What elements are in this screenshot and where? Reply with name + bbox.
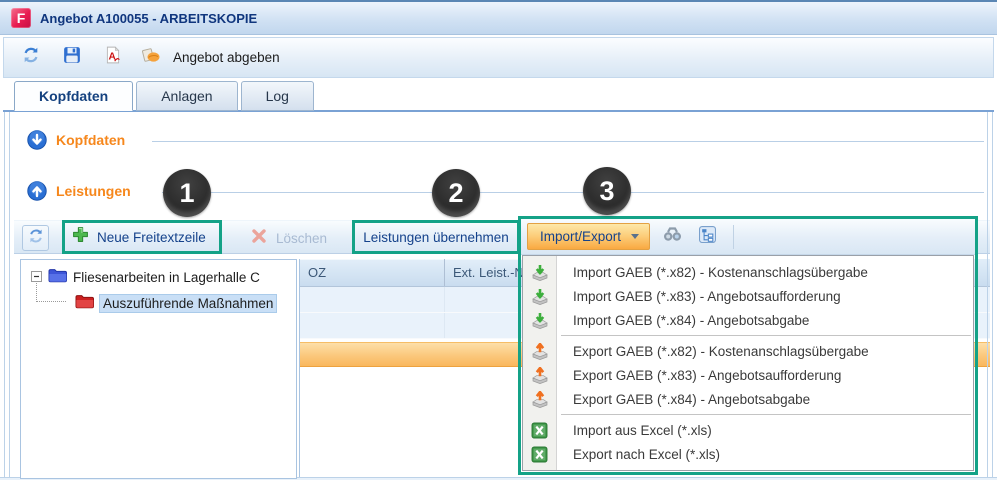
section-kopfdaten-line: [152, 141, 984, 142]
export-tray-icon: [531, 343, 549, 360]
frame-line: [4, 112, 5, 478]
plus-icon: [72, 226, 89, 248]
pdf-export-button[interactable]: A: [100, 45, 126, 71]
tree-view-button[interactable]: [694, 224, 720, 250]
import-tray-icon: [531, 264, 549, 281]
import-tray-icon: [531, 288, 549, 305]
submit-offer-label: Angebot abgeben: [173, 50, 280, 65]
chevron-down-icon: [631, 234, 639, 239]
delete-label: Löschen: [276, 231, 327, 246]
section-leistungen-label[interactable]: Leistungen: [56, 183, 131, 199]
takeover-button[interactable]: Leistungen übernehmen: [352, 220, 520, 254]
application-window: F Angebot A100055 - ARBEITSKOPIE A Angeb…: [0, 0, 997, 480]
takeover-label: Leistungen übernehmen: [363, 230, 509, 245]
section-leistungen-line: [162, 192, 984, 193]
tab-kopfdaten[interactable]: Kopfdaten: [14, 81, 133, 111]
delete-x-icon: [251, 228, 267, 249]
pdf-icon: A: [104, 46, 122, 69]
expand-section-icon[interactable]: [27, 181, 47, 201]
menu-separator: [561, 335, 971, 336]
save-button[interactable]: [59, 45, 85, 71]
export-tray-icon: [531, 391, 549, 408]
app-logo-icon: F: [11, 8, 31, 28]
import-export-button[interactable]: Import/Export: [527, 223, 650, 250]
import-export-label: Import/Export: [540, 229, 621, 244]
tab-anlagen[interactable]: Anlagen: [136, 81, 237, 111]
refresh-button[interactable]: [18, 45, 44, 71]
menu-separator: [561, 414, 971, 415]
frame-line: [9, 112, 10, 478]
tree-root-label[interactable]: Fliesenarbeiten in Lagerhalle C: [73, 270, 260, 285]
menu-item-import-x83[interactable]: Import GAEB (*.x83) - Angebotsaufforderu…: [523, 284, 973, 308]
tree-view-icon: [699, 226, 716, 248]
column-header-oz[interactable]: OZ: [300, 259, 445, 286]
refresh-list-button[interactable]: [22, 225, 49, 251]
search-button[interactable]: [659, 224, 685, 250]
folder-red-icon: [75, 294, 94, 312]
tabstrip: Kopfdaten Anlagen Log: [14, 81, 314, 112]
refresh-icon: [28, 228, 44, 249]
window-title: Angebot A100055 - ARBEITSKOPIE: [40, 11, 257, 26]
delete-button[interactable]: Löschen: [251, 221, 327, 255]
export-tray-icon: [531, 367, 549, 384]
save-icon: [63, 46, 81, 69]
section-kopfdaten-label[interactable]: Kopfdaten: [56, 132, 125, 148]
tab-log[interactable]: Log: [241, 81, 314, 111]
collapse-section-icon[interactable]: [27, 130, 47, 150]
import-export-annotation-box: Import/Export Import GAEB (*: [518, 216, 978, 475]
tree-node-child[interactable]: Auszuführende Maßnahmen: [75, 293, 276, 313]
menu-item-export-excel[interactable]: Export nach Excel (*.xls): [523, 442, 973, 466]
tree-node-root[interactable]: Fliesenarbeiten in Lagerhalle C: [31, 267, 260, 287]
toolbar-separator: [733, 225, 734, 249]
binoculars-icon: [663, 227, 682, 247]
collapse-node-icon[interactable]: [31, 270, 42, 285]
excel-icon: [531, 422, 549, 439]
frame-line: [992, 112, 993, 478]
new-freitext-label: Neue Freitextzeile: [97, 230, 206, 245]
project-tree: Fliesenarbeiten in Lagerhalle C Auszufüh…: [20, 259, 297, 479]
menu-item-import-x82[interactable]: Import GAEB (*.x82) - Kostenanschlagsübe…: [523, 260, 973, 284]
menu-item-export-x83[interactable]: Export GAEB (*.x83) - Angebotsaufforderu…: [523, 363, 973, 387]
titlebar: F Angebot A100055 - ARBEITSKOPIE: [0, 2, 997, 35]
frame-line: [987, 112, 988, 478]
import-export-menu: Import GAEB (*.x82) - Kostenanschlagsübe…: [522, 255, 974, 471]
folder-blue-icon: [48, 268, 67, 286]
import-export-strip: Import/Export: [521, 219, 975, 255]
main-toolbar: A Angebot abgeben: [3, 37, 994, 78]
annotation-badge-1: 1: [163, 169, 211, 217]
refresh-icon: [22, 46, 40, 69]
menu-item-import-x84[interactable]: Import GAEB (*.x84) - Angebotsabgabe: [523, 308, 973, 332]
tree-child-label[interactable]: Auszuführende Maßnahmen: [100, 295, 276, 312]
submit-offer-button[interactable]: Angebot abgeben: [141, 47, 280, 69]
import-tray-icon: [531, 312, 549, 329]
annotation-badge-2: 2: [432, 169, 480, 217]
hand-document-icon: [141, 47, 161, 69]
menu-item-import-excel[interactable]: Import aus Excel (*.xls): [523, 418, 973, 442]
menu-item-export-x84[interactable]: Export GAEB (*.x84) - Angebotsabgabe: [523, 387, 973, 411]
annotation-badge-3: 3: [583, 167, 631, 215]
new-freitext-button[interactable]: Neue Freitextzeile: [62, 220, 222, 254]
excel-icon: [531, 446, 549, 463]
menu-item-export-x82[interactable]: Export GAEB (*.x82) - Kostenanschlagsübe…: [523, 339, 973, 363]
